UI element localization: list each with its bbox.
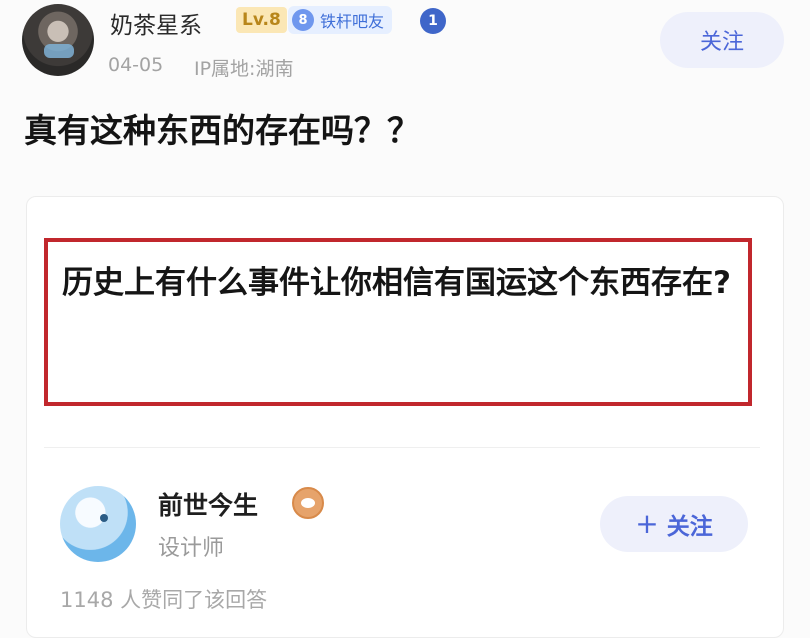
answerer-avatar[interactable] xyxy=(60,486,136,562)
answerer-name[interactable]: 前世今生 xyxy=(158,486,258,522)
divider xyxy=(44,447,760,448)
follow-answerer-button[interactable]: + 关注 xyxy=(600,496,748,552)
post-title: 真有这种东西的存在吗？？ xyxy=(24,111,420,150)
follow-button[interactable]: 关注 xyxy=(660,12,784,68)
likes-count: 1148 人赞同了该回答 xyxy=(60,588,268,612)
author-avatar[interactable] xyxy=(22,4,94,76)
answerer-role: 设计师 xyxy=(158,536,225,561)
rank-icon: 1 xyxy=(420,8,446,34)
fan-level-icon: 8 xyxy=(292,9,314,31)
plus-icon: + xyxy=(635,507,659,540)
fan-badge: 8 铁杆吧友 xyxy=(288,6,393,34)
author-name[interactable]: 奶茶星系 xyxy=(110,6,202,40)
question-text[interactable]: 历史上有什么事件让你相信有国运这个东西存在? xyxy=(62,254,742,312)
post-date: 04-05 xyxy=(108,54,164,76)
ip-location: IP属地:湖南 xyxy=(194,58,294,80)
fan-badge-label: 铁杆吧友 xyxy=(320,12,385,31)
eye-badge-icon xyxy=(292,487,324,519)
level-badge: Lv.8 xyxy=(236,7,287,33)
question-highlight-box: 历史上有什么事件让你相信有国运这个东西存在? xyxy=(44,238,752,406)
follow-answerer-label: 关注 xyxy=(666,514,713,540)
